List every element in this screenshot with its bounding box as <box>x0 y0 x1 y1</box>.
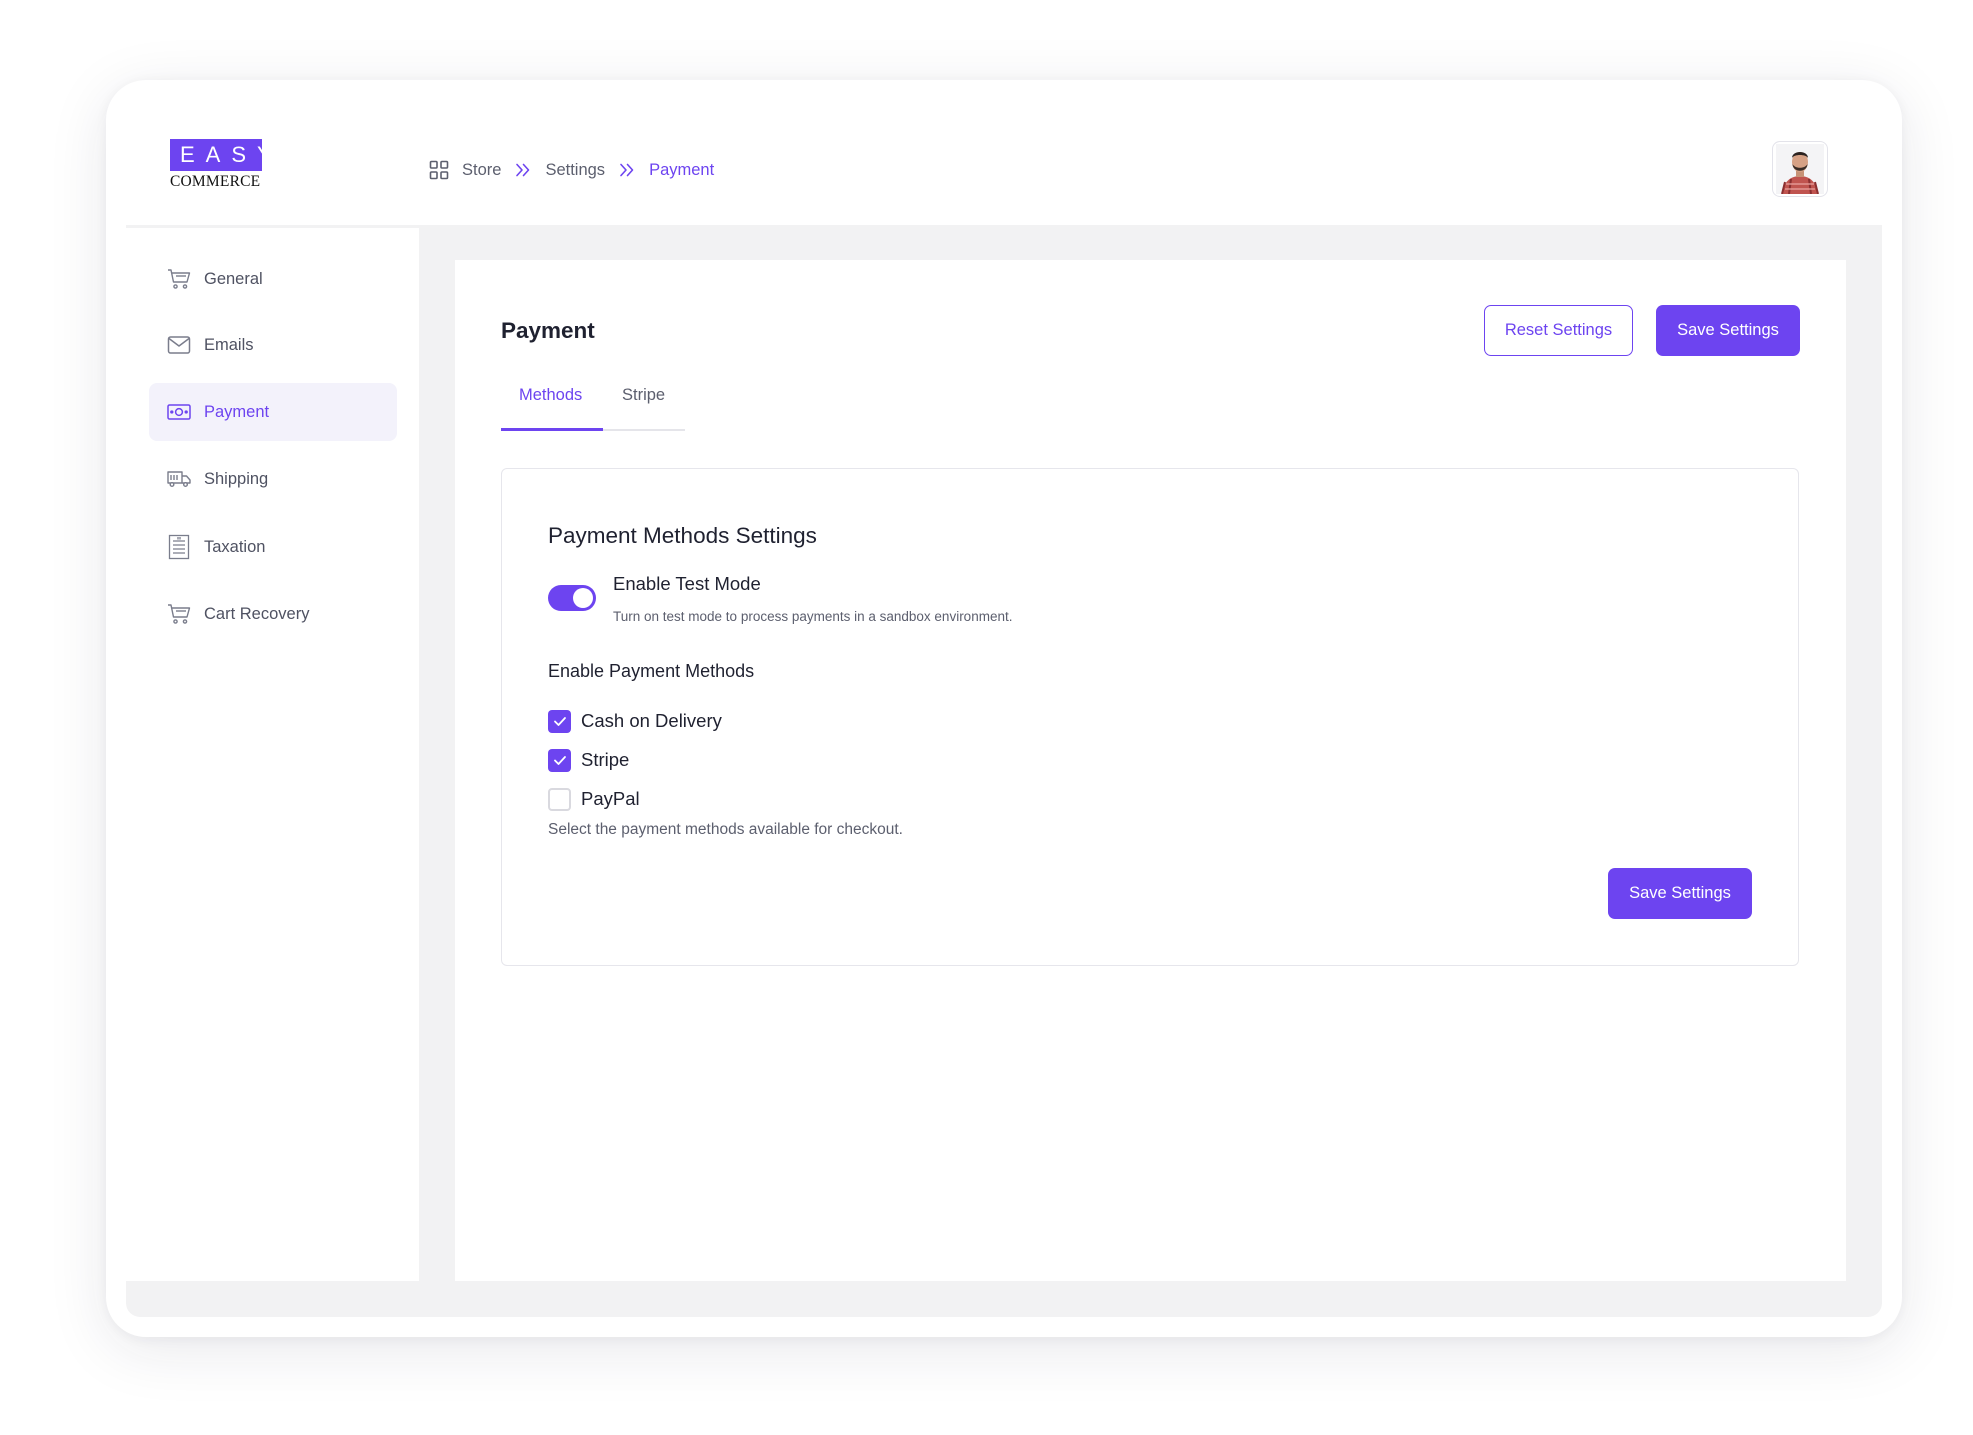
checkbox-unchecked[interactable] <box>548 787 571 811</box>
method-label: PayPal <box>581 788 640 809</box>
method-paypal[interactable]: PayPal <box>548 787 640 811</box>
breadcrumb: Store Settings Payment <box>429 158 714 182</box>
logo[interactable]: EASY COMMERCE <box>170 139 272 191</box>
chevrons-right-icon <box>515 163 531 177</box>
sidebar-item-emails[interactable]: Emails <box>149 316 397 374</box>
check-icon <box>553 716 566 726</box>
truck-icon <box>167 467 191 491</box>
breadcrumb-settings[interactable]: Settings <box>545 161 605 180</box>
method-cash-on-delivery[interactable]: Cash on Delivery <box>548 709 722 733</box>
sidebar-item-general[interactable]: General <box>149 250 397 308</box>
user-avatar-icon <box>1776 144 1824 194</box>
cart-icon <box>167 267 191 291</box>
checkbox-checked[interactable] <box>548 748 571 772</box>
page-title: Payment <box>501 318 595 343</box>
sidebar-item-label: General <box>204 269 263 288</box>
tab-stripe[interactable]: Stripe <box>622 386 665 405</box>
save-settings-button[interactable]: Save Settings <box>1656 305 1800 356</box>
sidebar-item-shipping[interactable]: Shipping <box>149 450 397 508</box>
card-title: Payment Methods Settings <box>548 523 817 548</box>
receipt-icon <box>167 534 191 560</box>
sidebar-item-label: Cart Recovery <box>204 604 310 623</box>
payment-methods-label: Enable Payment Methods <box>548 661 755 681</box>
reset-settings-button[interactable]: Reset Settings <box>1484 305 1633 356</box>
sidebar-item-taxation[interactable]: Taxation <box>149 518 397 576</box>
tab-bar: Methods Stripe <box>501 370 685 431</box>
envelope-icon <box>167 333 191 357</box>
sidebar-item-label: Emails <box>204 335 254 354</box>
test-mode-toggle[interactable] <box>548 585 596 611</box>
breadcrumb-payment: Payment <box>649 160 715 179</box>
tab-methods[interactable]: Methods <box>519 386 582 405</box>
payment-methods-help: Select the payment methods available for… <box>548 821 903 838</box>
logo-wordmark: COMMERCE <box>170 173 261 190</box>
sidebar-item-cart-recovery[interactable]: Cart Recovery <box>149 585 397 643</box>
logo-mark: EASY <box>170 139 272 171</box>
test-mode-label: Enable Test Mode <box>613 573 761 594</box>
breadcrumb-store[interactable]: Store <box>462 161 501 180</box>
method-label: Cash on Delivery <box>581 710 722 731</box>
banknote-icon <box>167 400 191 424</box>
sidebar-item-label: Shipping <box>204 469 269 488</box>
cart-icon <box>167 602 191 626</box>
chevrons-right-icon <box>619 163 635 177</box>
test-mode-description: Turn on test mode to process payments in… <box>613 609 1013 624</box>
sidebar: General Emails Payment Shipping Taxation… <box>126 228 419 1281</box>
method-stripe[interactable]: Stripe <box>548 748 629 772</box>
sidebar-item-label: Payment <box>204 402 270 421</box>
grid-icon <box>429 160 449 180</box>
active-tab-indicator <box>501 428 603 431</box>
method-label: Stripe <box>581 749 630 770</box>
avatar[interactable] <box>1772 141 1828 197</box>
toggle-knob <box>573 588 593 608</box>
main-panel: Payment Reset Settings Save Settings Met… <box>455 260 1846 1281</box>
checkbox-checked[interactable] <box>548 709 571 733</box>
sidebar-item-label: Taxation <box>204 537 266 556</box>
sidebar-item-payment[interactable]: Payment <box>149 383 397 441</box>
check-icon <box>553 755 566 765</box>
payment-methods-card: Payment Methods Settings Enable Test Mod… <box>501 468 1799 966</box>
card-save-settings-button[interactable]: Save Settings <box>1608 868 1752 919</box>
